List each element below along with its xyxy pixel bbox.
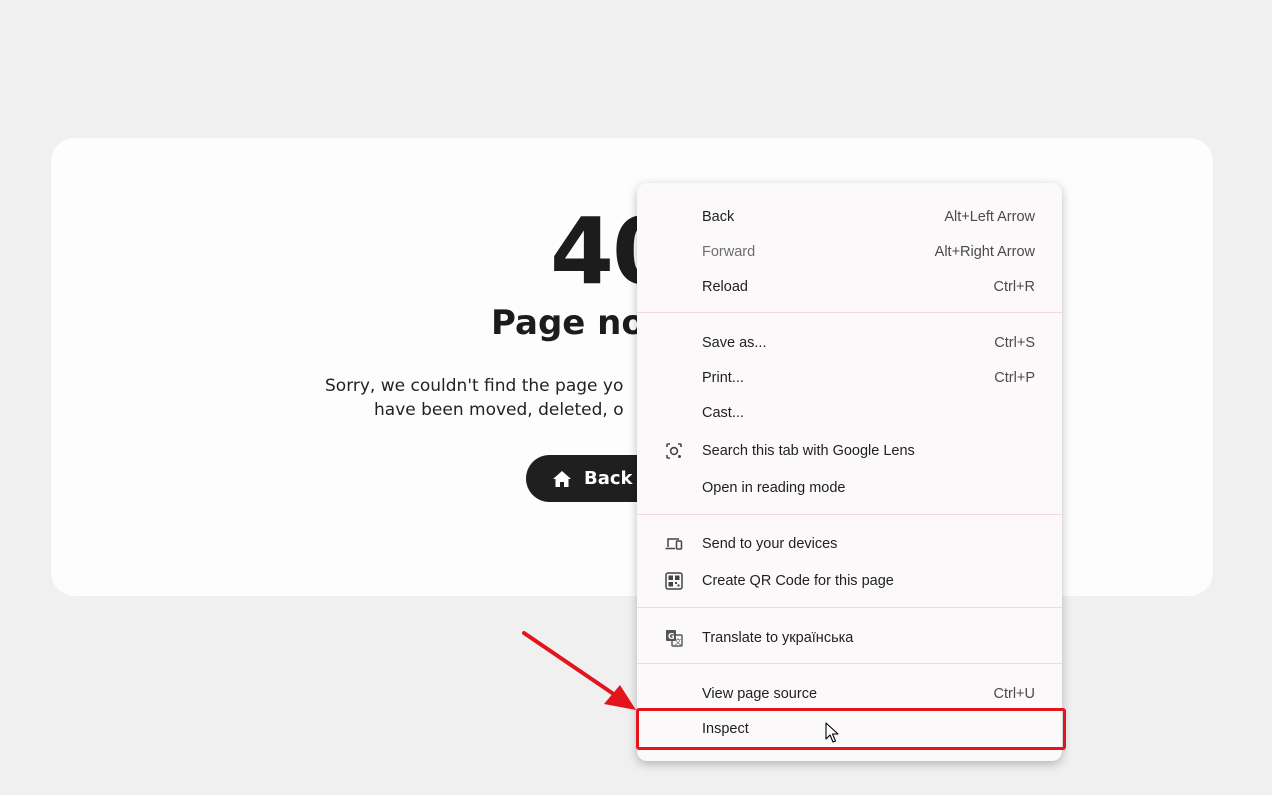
annotation-arrow-icon	[522, 631, 636, 710]
mouse-cursor-icon	[825, 722, 839, 743]
